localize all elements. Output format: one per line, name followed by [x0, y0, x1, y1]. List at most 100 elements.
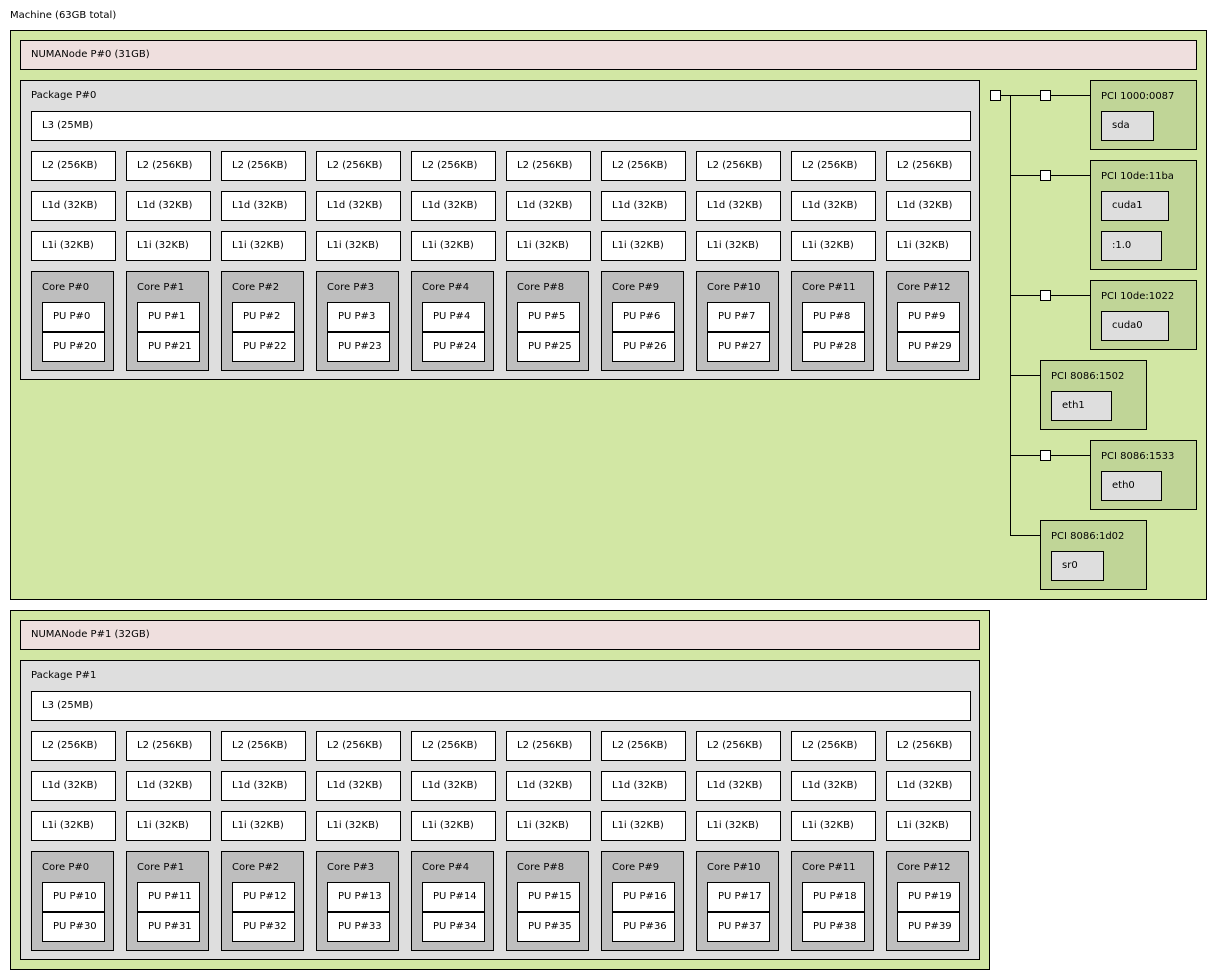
l2-cache-label: L2 (256KB) — [422, 740, 478, 751]
l1d-cache: L1d (32KB) — [126, 771, 211, 801]
l1i-cache: L1i (32KB) — [411, 811, 496, 841]
core-label: Core P#3 — [327, 282, 375, 293]
l2-cache-label: L2 (256KB) — [897, 740, 953, 751]
l2-cache: L2 (256KB) — [601, 151, 686, 181]
processing-unit: PU P#8 — [802, 302, 865, 332]
package: Package P#0 L3 (25MB) L2 (256KB) L2 (256KB)… — [20, 80, 980, 380]
processing-unit: PU P#20 — [42, 332, 105, 362]
l1d-cache-label: L1d (32KB) — [707, 780, 763, 791]
processing-unit: PU P#22 — [232, 332, 295, 362]
core: Core P#3 PU P#3 PU P#23 — [316, 271, 399, 371]
processing-unit-label: PU P#9 — [908, 311, 946, 322]
l1d-cache: L1d (32KB) — [411, 191, 496, 221]
core-label: Core P#9 — [612, 282, 660, 293]
processing-unit: PU P#4 — [422, 302, 485, 332]
l1d-cache-label: L1d (32KB) — [897, 780, 953, 791]
l2-cache: L2 (256KB) — [31, 151, 116, 181]
processing-unit: PU P#17 — [707, 882, 770, 912]
l1d-cache: L1d (32KB) — [31, 771, 116, 801]
processing-unit-label: PU P#15 — [528, 891, 572, 902]
l1d-cache: L1d (32KB) — [316, 771, 401, 801]
l1i-cache: L1i (32KB) — [601, 231, 686, 261]
processing-unit-label: PU P#34 — [433, 921, 477, 932]
processing-unit: PU P#37 — [707, 912, 770, 942]
core: Core P#10 PU P#17 PU P#37 — [696, 851, 779, 951]
processing-unit-label: PU P#33 — [338, 921, 382, 932]
os-device-label: sda — [1112, 120, 1130, 131]
core-label: Core P#2 — [232, 862, 280, 873]
l1i-cache-label: L1i (32KB) — [517, 820, 569, 831]
core-label: Core P#1 — [137, 862, 185, 873]
processing-unit: PU P#24 — [422, 332, 485, 362]
l1i-cache-label: L1i (32KB) — [707, 820, 759, 831]
processing-unit: PU P#28 — [802, 332, 865, 362]
l1d-cache: L1d (32KB) — [601, 191, 686, 221]
processing-unit-label: PU P#2 — [243, 311, 281, 322]
processing-unit: PU P#29 — [897, 332, 960, 362]
machine-label: Machine (63GB total) — [10, 10, 117, 21]
l2-cache: L2 (256KB) — [411, 731, 496, 761]
l1d-cache: L1d (32KB) — [506, 771, 591, 801]
l2-cache-label: L2 (256KB) — [232, 160, 288, 171]
l2-cache: L2 (256KB) — [601, 731, 686, 761]
core-label: Core P#12 — [897, 862, 951, 873]
l1d-cache-label: L1d (32KB) — [422, 200, 478, 211]
l2-cache: L2 (256KB) — [696, 151, 781, 181]
core: Core P#1 PU P#1 PU P#21 — [126, 271, 209, 371]
l2-cache: L2 (256KB) — [31, 731, 116, 761]
core: Core P#9 PU P#16 PU P#36 — [601, 851, 684, 951]
core: Core P#3 PU P#13 PU P#33 — [316, 851, 399, 951]
l1d-cache-label: L1d (32KB) — [422, 780, 478, 791]
core: Core P#9 PU P#6 PU P#26 — [601, 271, 684, 371]
processing-unit: PU P#9 — [897, 302, 960, 332]
l1i-cache: L1i (32KB) — [506, 811, 591, 841]
l1d-cache-label: L1d (32KB) — [42, 780, 98, 791]
processing-unit: PU P#2 — [232, 302, 295, 332]
os-device-label: eth1 — [1062, 400, 1085, 411]
l1d-cache-label: L1d (32KB) — [137, 780, 193, 791]
pci-device: PCI 1000:0087 sda — [1090, 80, 1197, 150]
core: Core P#8 PU P#15 PU P#35 — [506, 851, 589, 951]
processing-unit-label: PU P#39 — [908, 921, 952, 932]
processing-unit: PU P#30 — [42, 912, 105, 942]
processing-unit: PU P#26 — [612, 332, 675, 362]
core: Core P#1 PU P#11 PU P#31 — [126, 851, 209, 951]
processing-unit-label: PU P#26 — [623, 341, 667, 352]
host-bridge-link — [1000, 95, 1010, 96]
core-label: Core P#0 — [42, 282, 90, 293]
processing-unit-label: PU P#16 — [623, 891, 667, 902]
processing-unit-label: PU P#25 — [528, 341, 572, 352]
l1d-cache-label: L1d (32KB) — [897, 200, 953, 211]
processing-unit-label: PU P#3 — [338, 311, 376, 322]
processing-unit-label: PU P#20 — [53, 341, 97, 352]
l2-cache-label: L2 (256KB) — [422, 160, 478, 171]
l2-cache-label: L2 (256KB) — [897, 160, 953, 171]
numa-node-label: NUMANode P#1 (32GB) — [31, 629, 150, 640]
core: Core P#8 PU P#5 PU P#25 — [506, 271, 589, 371]
pci-device-label: PCI 8086:1d02 — [1051, 531, 1125, 542]
core: Core P#4 PU P#4 PU P#24 — [411, 271, 494, 371]
l1d-cache: L1d (32KB) — [221, 191, 306, 221]
pci-link — [1010, 95, 1040, 96]
core-label: Core P#9 — [612, 862, 660, 873]
processing-unit: PU P#36 — [612, 912, 675, 942]
l1i-cache-label: L1i (32KB) — [612, 820, 664, 831]
processing-unit-label: PU P#4 — [433, 311, 471, 322]
pci-device-label: PCI 10de:1022 — [1101, 291, 1175, 302]
pci-link — [1010, 375, 1040, 376]
l1d-cache-label: L1d (32KB) — [137, 200, 193, 211]
processing-unit: PU P#32 — [232, 912, 295, 942]
l2-cache: L2 (256KB) — [316, 731, 401, 761]
processing-unit-label: PU P#36 — [623, 921, 667, 932]
processing-unit: PU P#38 — [802, 912, 865, 942]
l1i-cache-label: L1i (32KB) — [517, 240, 569, 251]
core: Core P#11 PU P#18 PU P#38 — [791, 851, 874, 951]
processing-unit-label: PU P#8 — [813, 311, 851, 322]
os-device: cuda1 — [1101, 191, 1169, 221]
core: Core P#2 PU P#2 PU P#22 — [221, 271, 304, 371]
processing-unit: PU P#3 — [327, 302, 390, 332]
l1i-cache: L1i (32KB) — [221, 231, 306, 261]
l1i-cache-label: L1i (32KB) — [612, 240, 664, 251]
l1d-cache-label: L1d (32KB) — [327, 200, 383, 211]
l1i-cache-label: L1i (32KB) — [327, 820, 379, 831]
